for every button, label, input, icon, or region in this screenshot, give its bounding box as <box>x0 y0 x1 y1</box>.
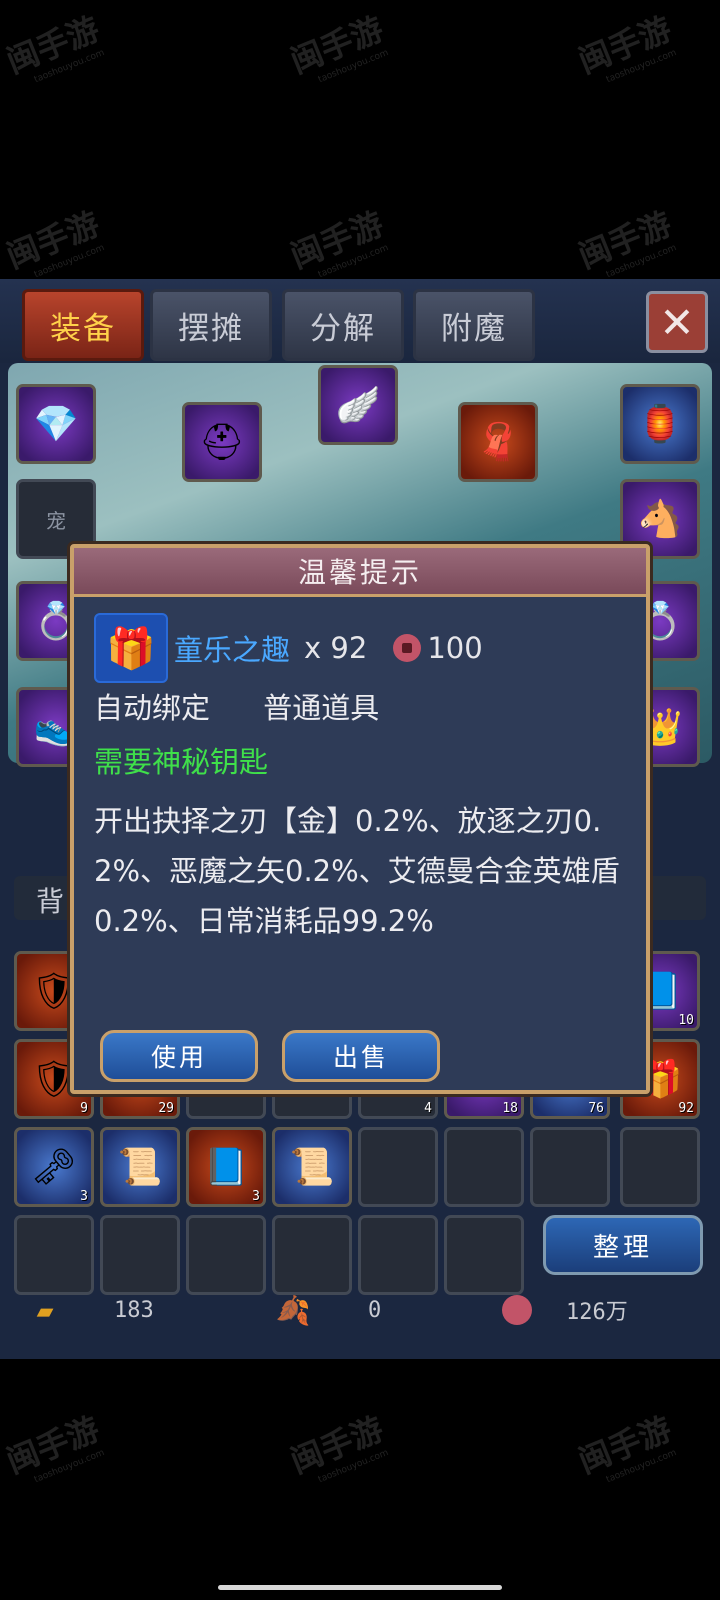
cloak-icon: 🧣 <box>475 422 521 463</box>
inventory-slot[interactable] <box>272 1215 352 1295</box>
sort-button[interactable]: 整理 <box>543 1215 703 1275</box>
coin-icon <box>496 1290 538 1330</box>
tab-bar: 装备 摆摊 分解 附魔 ✕ <box>0 279 720 363</box>
necklace-icon: 💎 <box>33 404 79 445</box>
item-type: 普通道具 <box>263 691 380 725</box>
inventory-slot[interactable] <box>530 1127 610 1207</box>
leaf-icon: 🍂 <box>275 1293 311 1327</box>
inventory-slot[interactable] <box>14 1215 94 1295</box>
tip-dialog: 温馨提示 🎁 童乐之趣 x 92 100 自动绑定 普通道具 需要神秘钥匙 开出… <box>70 544 650 1094</box>
coin-amount: 126万 <box>566 1300 628 1325</box>
helmet-icon: ⛑ <box>199 422 245 463</box>
requirement-text: 需要神秘钥匙 <box>94 745 269 779</box>
use-button[interactable]: 使用 <box>100 1030 258 1082</box>
gold-amount: 183 <box>114 1297 154 1323</box>
item-description: 开出抉择之刃【金】0.2%、放逐之刃0.2%、恶魔之矢0.2%、艾德曼合金英雄盾… <box>94 804 620 938</box>
inventory-slot[interactable] <box>358 1127 438 1207</box>
equip-slot-helmet[interactable]: ⛑ <box>182 402 262 482</box>
equip-slot-wings[interactable]: 🪽 <box>318 365 398 445</box>
scroll-icon: 📜 <box>117 1147 163 1188</box>
coin-currency: 126万 <box>496 1287 628 1333</box>
item-quantity: x 92 <box>304 631 368 665</box>
gold-bar-icon: ▰ <box>36 1293 54 1327</box>
inventory-slot[interactable] <box>100 1215 180 1295</box>
inventory-slot[interactable] <box>358 1215 438 1295</box>
coin-icon <box>393 634 422 662</box>
equip-slot-cloak[interactable]: 🧣 <box>458 402 538 482</box>
charm-icon: 🏮 <box>637 404 683 445</box>
inventory-slot[interactable] <box>444 1215 524 1295</box>
equip-slot-necklace[interactable]: 💎 <box>16 384 96 464</box>
item-row: 🎁 童乐之趣 x 92 100 <box>94 613 483 683</box>
tab-stall[interactable]: 摆摊 <box>150 289 272 361</box>
tab-equipment[interactable]: 装备 <box>22 289 144 361</box>
item-name: 童乐之趣 <box>174 633 291 667</box>
gift-icon: 🎁 <box>94 613 168 683</box>
inventory-slot[interactable]: 📘 3 <box>186 1127 266 1207</box>
home-indicator[interactable] <box>218 1585 502 1590</box>
close-icon[interactable]: ✕ <box>646 291 708 353</box>
tab-enchant[interactable]: 附魔 <box>413 289 535 361</box>
scroll-icon: 📜 <box>289 1147 335 1188</box>
bind-type: 自动绑定 <box>94 691 211 725</box>
inventory-slot[interactable]: 🗝 3 <box>14 1127 94 1207</box>
dialog-title: 温馨提示 <box>74 548 646 597</box>
item-attributes: 自动绑定 普通道具 <box>94 684 379 732</box>
sell-button[interactable]: 出售 <box>282 1030 440 1082</box>
inventory-slot[interactable]: 📜 <box>272 1127 352 1207</box>
item-price: 100 <box>427 631 483 665</box>
tab-decompose[interactable]: 分解 <box>282 289 404 361</box>
leaf-amount: 0 <box>368 1297 382 1323</box>
bag-tab-label[interactable]: 背 <box>36 880 64 920</box>
leaf-currency: 🍂 0 <box>272 1287 382 1333</box>
wings-icon: 🪽 <box>335 385 381 426</box>
gold-currency: ▰ 183 <box>24 1287 154 1333</box>
inventory-slot[interactable] <box>186 1215 266 1295</box>
inventory-slot[interactable] <box>444 1127 524 1207</box>
equip-slot-charm[interactable]: 🏮 <box>620 384 700 464</box>
inventory-slot[interactable]: 📜 <box>100 1127 180 1207</box>
inventory-slot[interactable] <box>620 1127 700 1207</box>
